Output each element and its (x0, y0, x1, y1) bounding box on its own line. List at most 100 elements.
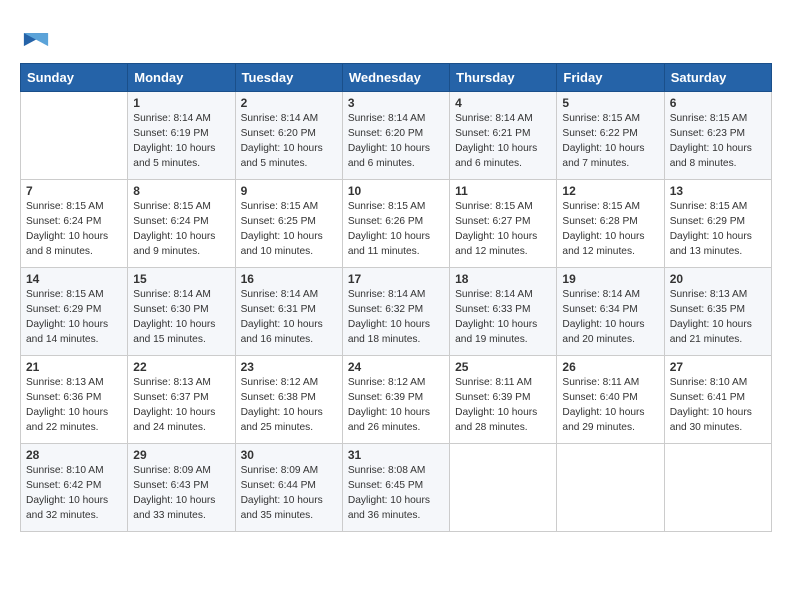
day-number: 10 (348, 184, 444, 198)
day-number: 17 (348, 272, 444, 286)
header-wednesday: Wednesday (342, 64, 449, 92)
logo-text (20, 20, 50, 53)
calendar-week-row: 28 Sunrise: 8:10 AM Sunset: 6:42 PM Dayli… (21, 444, 772, 532)
day-number: 15 (133, 272, 229, 286)
day-info: Sunrise: 8:15 AM Sunset: 6:24 PM Dayligh… (26, 200, 122, 259)
calendar-cell: 20 Sunrise: 8:13 AM Sunset: 6:35 PM Dayli… (664, 268, 771, 356)
calendar-cell: 10 Sunrise: 8:15 AM Sunset: 6:26 PM Dayli… (342, 180, 449, 268)
day-info: Sunrise: 8:15 AM Sunset: 6:27 PM Dayligh… (455, 200, 551, 259)
calendar-cell: 31 Sunrise: 8:08 AM Sunset: 6:45 PM Dayli… (342, 444, 449, 532)
calendar-cell (664, 444, 771, 532)
day-info: Sunrise: 8:14 AM Sunset: 6:19 PM Dayligh… (133, 112, 229, 171)
calendar-cell: 21 Sunrise: 8:13 AM Sunset: 6:36 PM Dayli… (21, 356, 128, 444)
calendar-header-row: SundayMondayTuesdayWednesdayThursdayFrid… (21, 64, 772, 92)
day-info: Sunrise: 8:11 AM Sunset: 6:39 PM Dayligh… (455, 376, 551, 435)
day-number: 11 (455, 184, 551, 198)
header-saturday: Saturday (664, 64, 771, 92)
day-info: Sunrise: 8:15 AM Sunset: 6:25 PM Dayligh… (241, 200, 337, 259)
calendar-cell: 16Sunrise: 8:14 AM Sunset: 6:31 PM Dayli… (235, 268, 342, 356)
day-info: Sunrise: 8:15 AM Sunset: 6:24 PM Dayligh… (133, 200, 229, 259)
day-number: 21 (26, 360, 122, 374)
day-info: Sunrise: 8:14 AM Sunset: 6:32 PM Dayligh… (348, 288, 444, 347)
calendar-cell (450, 444, 557, 532)
calendar-cell (557, 444, 664, 532)
day-info: Sunrise: 8:10 AM Sunset: 6:41 PM Dayligh… (670, 376, 766, 435)
day-number: 2 (241, 96, 337, 110)
day-info: Sunrise: 8:15 AM Sunset: 6:28 PM Dayligh… (562, 200, 658, 259)
calendar-week-row: 14 Sunrise: 8:15 AM Sunset: 6:29 PM Dayli… (21, 268, 772, 356)
calendar-cell: 13Sunrise: 8:15 AM Sunset: 6:29 PM Dayli… (664, 180, 771, 268)
calendar-cell: 15 Sunrise: 8:14 AM Sunset: 6:30 PM Dayli… (128, 268, 235, 356)
page-header (20, 20, 772, 53)
day-number: 5 (562, 96, 658, 110)
day-info: Sunrise: 8:15 AM Sunset: 6:23 PM Dayligh… (670, 112, 766, 171)
calendar-cell: 26Sunrise: 8:11 AM Sunset: 6:40 PM Dayli… (557, 356, 664, 444)
calendar-cell: 4Sunrise: 8:14 AM Sunset: 6:21 PM Daylig… (450, 92, 557, 180)
calendar-cell: 3 Sunrise: 8:14 AM Sunset: 6:20 PM Daylig… (342, 92, 449, 180)
day-info: Sunrise: 8:15 AM Sunset: 6:26 PM Dayligh… (348, 200, 444, 259)
day-info: Sunrise: 8:09 AM Sunset: 6:44 PM Dayligh… (241, 464, 337, 523)
logo (20, 20, 50, 53)
calendar-cell: 18 Sunrise: 8:14 AM Sunset: 6:33 PM Dayli… (450, 268, 557, 356)
calendar-body: 1 Sunrise: 8:14 AM Sunset: 6:19 PM Daylig… (21, 92, 772, 532)
day-info: Sunrise: 8:13 AM Sunset: 6:36 PM Dayligh… (26, 376, 122, 435)
calendar-cell: 11 Sunrise: 8:15 AM Sunset: 6:27 PM Dayli… (450, 180, 557, 268)
calendar-week-row: 1 Sunrise: 8:14 AM Sunset: 6:19 PM Daylig… (21, 92, 772, 180)
calendar-table: SundayMondayTuesdayWednesdayThursdayFrid… (20, 63, 772, 532)
day-number: 24 (348, 360, 444, 374)
calendar-cell: 12 Sunrise: 8:15 AM Sunset: 6:28 PM Dayli… (557, 180, 664, 268)
day-info: Sunrise: 8:09 AM Sunset: 6:43 PM Dayligh… (133, 464, 229, 523)
day-number: 7 (26, 184, 122, 198)
day-number: 31 (348, 448, 444, 462)
day-number: 3 (348, 96, 444, 110)
day-number: 20 (670, 272, 766, 286)
day-number: 14 (26, 272, 122, 286)
header-sunday: Sunday (21, 64, 128, 92)
day-number: 1 (133, 96, 229, 110)
day-info: Sunrise: 8:12 AM Sunset: 6:39 PM Dayligh… (348, 376, 444, 435)
day-info: Sunrise: 8:15 AM Sunset: 6:29 PM Dayligh… (670, 200, 766, 259)
calendar-cell: 30Sunrise: 8:09 AM Sunset: 6:44 PM Dayli… (235, 444, 342, 532)
calendar-cell: 25 Sunrise: 8:11 AM Sunset: 6:39 PM Dayli… (450, 356, 557, 444)
day-info: Sunrise: 8:14 AM Sunset: 6:33 PM Dayligh… (455, 288, 551, 347)
calendar-cell: 29Sunrise: 8:09 AM Sunset: 6:43 PM Dayli… (128, 444, 235, 532)
day-info: Sunrise: 8:08 AM Sunset: 6:45 PM Dayligh… (348, 464, 444, 523)
calendar-cell: 7 Sunrise: 8:15 AM Sunset: 6:24 PM Daylig… (21, 180, 128, 268)
day-info: Sunrise: 8:14 AM Sunset: 6:20 PM Dayligh… (348, 112, 444, 171)
day-number: 8 (133, 184, 229, 198)
day-info: Sunrise: 8:10 AM Sunset: 6:42 PM Dayligh… (26, 464, 122, 523)
day-info: Sunrise: 8:12 AM Sunset: 6:38 PM Dayligh… (241, 376, 337, 435)
calendar-cell: 14 Sunrise: 8:15 AM Sunset: 6:29 PM Dayli… (21, 268, 128, 356)
day-info: Sunrise: 8:14 AM Sunset: 6:30 PM Dayligh… (133, 288, 229, 347)
calendar-cell: 8 Sunrise: 8:15 AM Sunset: 6:24 PM Daylig… (128, 180, 235, 268)
day-info: Sunrise: 8:14 AM Sunset: 6:20 PM Dayligh… (241, 112, 337, 171)
day-number: 28 (26, 448, 122, 462)
day-info: Sunrise: 8:15 AM Sunset: 6:29 PM Dayligh… (26, 288, 122, 347)
calendar-cell: 22 Sunrise: 8:13 AM Sunset: 6:37 PM Dayli… (128, 356, 235, 444)
calendar-cell: 24 Sunrise: 8:12 AM Sunset: 6:39 PM Dayli… (342, 356, 449, 444)
day-number: 9 (241, 184, 337, 198)
day-number: 4 (455, 96, 551, 110)
day-number: 18 (455, 272, 551, 286)
calendar-cell: 9 Sunrise: 8:15 AM Sunset: 6:25 PM Daylig… (235, 180, 342, 268)
day-number: 25 (455, 360, 551, 374)
header-tuesday: Tuesday (235, 64, 342, 92)
day-number: 27 (670, 360, 766, 374)
calendar-week-row: 21 Sunrise: 8:13 AM Sunset: 6:36 PM Dayli… (21, 356, 772, 444)
day-info: Sunrise: 8:13 AM Sunset: 6:37 PM Dayligh… (133, 376, 229, 435)
logo-icon (22, 20, 50, 48)
day-number: 12 (562, 184, 658, 198)
day-info: Sunrise: 8:13 AM Sunset: 6:35 PM Dayligh… (670, 288, 766, 347)
day-number: 26 (562, 360, 658, 374)
calendar-cell: 17 Sunrise: 8:14 AM Sunset: 6:32 PM Dayli… (342, 268, 449, 356)
day-info: Sunrise: 8:14 AM Sunset: 6:34 PM Dayligh… (562, 288, 658, 347)
day-number: 16 (241, 272, 337, 286)
day-number: 6 (670, 96, 766, 110)
calendar-cell: 1 Sunrise: 8:14 AM Sunset: 6:19 PM Daylig… (128, 92, 235, 180)
calendar-cell: 6 Sunrise: 8:15 AM Sunset: 6:23 PM Daylig… (664, 92, 771, 180)
calendar-cell: 23Sunrise: 8:12 AM Sunset: 6:38 PM Dayli… (235, 356, 342, 444)
day-number: 22 (133, 360, 229, 374)
header-thursday: Thursday (450, 64, 557, 92)
header-monday: Monday (128, 64, 235, 92)
calendar-cell (21, 92, 128, 180)
